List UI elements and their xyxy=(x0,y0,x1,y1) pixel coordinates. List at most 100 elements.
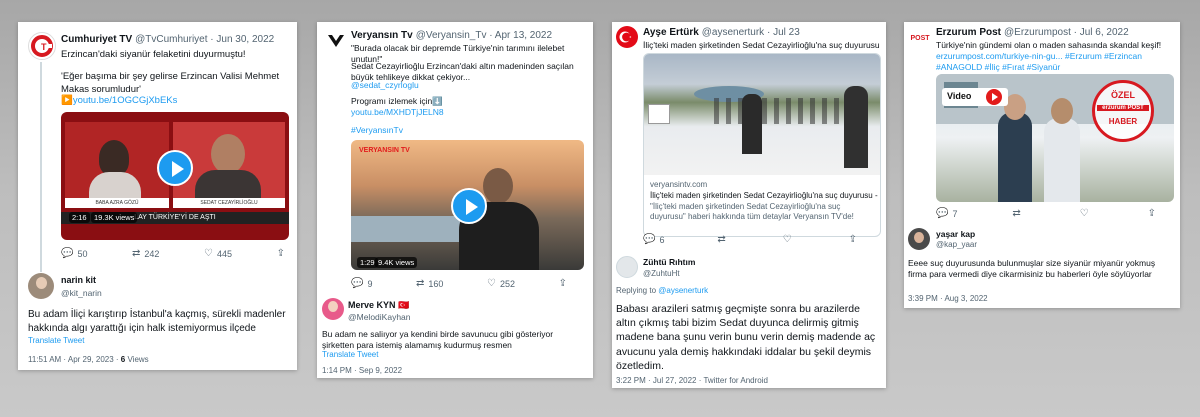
author-handle[interactable]: @Erzurumpost xyxy=(1004,27,1071,38)
views-label: Views xyxy=(125,355,149,364)
reply-count: 9 xyxy=(367,278,373,289)
replying-to-handle[interactable]: @aysenerturk xyxy=(658,286,708,295)
avatar-face xyxy=(36,277,47,289)
retweet-icon: ⇄ xyxy=(132,248,141,259)
reply-author-name[interactable]: narin kit xyxy=(61,275,96,285)
like-button[interactable]: ♡ 252 xyxy=(487,278,515,289)
like-button[interactable]: ♡ xyxy=(783,234,796,245)
retweet-icon: ⇄ xyxy=(717,234,726,245)
retweet-button[interactable]: ⇄ 160 xyxy=(416,278,443,289)
reply-button[interactable]: 💬 50 xyxy=(61,248,87,259)
video-player[interactable]: BABA AZRA GÖZÜ SEDAT CEZAYİRLİOĞLU LAY T… xyxy=(61,112,289,240)
author-name[interactable]: Cumhuriyet TV xyxy=(61,34,132,45)
tweet-card-veryansin: Veryansın Tv @Veryansin_Tv · Apr 13, 202… xyxy=(317,22,593,378)
reply-text: Bu adam ne saliıyor ya kendini birde sav… xyxy=(322,329,554,351)
person-head xyxy=(483,168,513,204)
tweet-link[interactable]: youtu.be/MXHDTjJELN8 xyxy=(351,107,444,118)
reply-button[interactable]: 💬 7 xyxy=(936,208,957,219)
mention-link[interactable]: @sedat_czyrloglu xyxy=(351,80,419,91)
retweet-button[interactable]: ⇄ xyxy=(717,234,729,245)
retweet-icon: ⇄ xyxy=(1012,208,1021,219)
reply-author-name[interactable]: Merve KYN 🇹🇷 xyxy=(348,300,409,311)
share-button[interactable]: ⇪ xyxy=(277,248,289,259)
avatar[interactable] xyxy=(908,228,930,250)
reply-icon: 💬 xyxy=(936,208,949,219)
reply-text: Babası arazileri satmış geçmişte sonra b… xyxy=(616,303,876,372)
veryansin-logo[interactable] xyxy=(325,30,347,52)
tweet-date[interactable]: · Jul 23 xyxy=(767,27,800,38)
share-icon: ⇪ xyxy=(558,278,567,289)
video-player[interactable]: Video ÖZEL erzurum POST HABER xyxy=(936,74,1174,202)
person-silhouette xyxy=(99,140,129,176)
share-button[interactable]: ⇪ xyxy=(1148,208,1160,219)
tweet-date[interactable]: · Jun 30, 2022 xyxy=(210,34,274,45)
erzurum-post-logo[interactable]: POST xyxy=(908,28,932,52)
author-name[interactable]: Erzurum Post xyxy=(936,27,1001,38)
tweet-actions: 💬 7 ⇄ ♡ ⇪ xyxy=(936,208,1160,219)
retweet-button[interactable]: ⇄ xyxy=(1012,208,1024,219)
author-handle[interactable]: @TvCumhuriyet xyxy=(135,34,207,45)
play-icon[interactable] xyxy=(157,150,193,186)
video-views: 19.3K views xyxy=(91,212,138,223)
tweet-actions: 💬 50 ⇄ 242 ♡ 445 ⇪ xyxy=(61,248,289,259)
tweet-quote: 'Eğer başıma bir şey gelirse Erzincan Va… xyxy=(61,71,282,95)
avatar-face xyxy=(914,232,924,243)
reply-author-name[interactable]: yaşar kap xyxy=(936,229,975,239)
svg-text:T: T xyxy=(41,42,47,52)
reply-author-handle[interactable]: @ZuhtuHt xyxy=(643,269,680,278)
tweet-date[interactable]: · Jul 6, 2022 xyxy=(1074,27,1129,38)
ayse-avatar[interactable] xyxy=(616,26,638,48)
like-count: 252 xyxy=(499,278,516,289)
translate-tweet-link[interactable]: Translate Tweet xyxy=(28,336,84,345)
share-button[interactable]: ⇪ xyxy=(849,234,861,245)
share-button[interactable]: ⇪ xyxy=(559,278,571,289)
tweet-date[interactable]: · Apr 13, 2022 xyxy=(489,30,552,41)
play-icon[interactable] xyxy=(451,188,487,224)
author-handle[interactable]: @Veryansin_Tv xyxy=(416,30,487,41)
like-count: 445 xyxy=(216,248,233,259)
person-left xyxy=(742,94,762,154)
reply-button[interactable]: 💬 9 xyxy=(351,278,372,289)
reply-author-handle[interactable]: @kap_yaar xyxy=(936,240,977,249)
video-views: 9.4K views xyxy=(375,257,418,268)
play-icon[interactable] xyxy=(986,89,1002,105)
person-head xyxy=(211,134,245,174)
link-card[interactable]: veryansintv.com İliç'teki maden şirketin… xyxy=(643,53,881,237)
tweet-link[interactable]: erzurumpost.com/turkiye-nin-gu... #Erzur… xyxy=(936,51,1176,74)
reply-button[interactable]: 💬 6 xyxy=(643,234,664,245)
video-label: Video xyxy=(947,91,972,101)
logo-text: POST xyxy=(910,35,930,42)
reply-time: 11:51 AM · Apr 29, 2023 · xyxy=(28,355,121,364)
author-name[interactable]: Ayşe Ertürk xyxy=(643,27,699,38)
avatar[interactable] xyxy=(28,273,54,299)
link-domain: veryansintv.com xyxy=(650,180,708,189)
replying-prefix: Replying to xyxy=(616,286,659,295)
avatar[interactable] xyxy=(616,256,638,278)
link-title: İliç'teki maden şirketinden Sedat Cezayi… xyxy=(650,191,881,200)
like-button[interactable]: ♡ xyxy=(1080,208,1093,219)
video-player[interactable]: VERYANSIN TV 1:29 9.4K views xyxy=(351,140,584,270)
like-button[interactable]: ♡ 445 xyxy=(204,248,232,259)
author-handle[interactable]: @aysenerturk xyxy=(702,27,764,38)
stamp-top-text: ÖZEL xyxy=(1111,90,1135,100)
reply-count: 7 xyxy=(952,208,958,219)
tweet-link[interactable]: ▶️youtu.be/1OGCGjXbEKs xyxy=(61,95,287,108)
person-left xyxy=(998,112,1032,202)
reply-author-handle[interactable]: @MelodiKayhan xyxy=(348,312,411,322)
retweet-button[interactable]: ⇄ 242 xyxy=(132,248,159,259)
translate-tweet-link[interactable]: Translate Tweet xyxy=(322,350,378,359)
reply-author-name[interactable]: Zühtü Rıhtım xyxy=(643,257,695,267)
avatar[interactable] xyxy=(322,298,344,320)
retweet-icon: ⇄ xyxy=(416,278,425,289)
reply-icon: 💬 xyxy=(643,234,656,245)
author-name[interactable]: Veryansın Tv xyxy=(351,30,413,41)
video-watermark: VERYANSIN TV xyxy=(359,147,410,154)
share-icon: ⇪ xyxy=(1147,208,1156,219)
cumhuriyet-tv-logo[interactable]: T xyxy=(28,32,56,60)
tweet-text: Türkiye'nin gündemi olan o maden sahasın… xyxy=(936,40,1162,50)
reply-author-handle[interactable]: @kit_narin xyxy=(61,288,102,298)
tweet-card-erzurum: POST Erzurum Post @Erzurumpost · Jul 6, … xyxy=(904,22,1180,308)
cumhuriyet-logo-icon: T xyxy=(31,35,53,57)
hashtag-link[interactable]: #VeryansınTv xyxy=(351,125,403,136)
link-card-image xyxy=(644,54,880,175)
